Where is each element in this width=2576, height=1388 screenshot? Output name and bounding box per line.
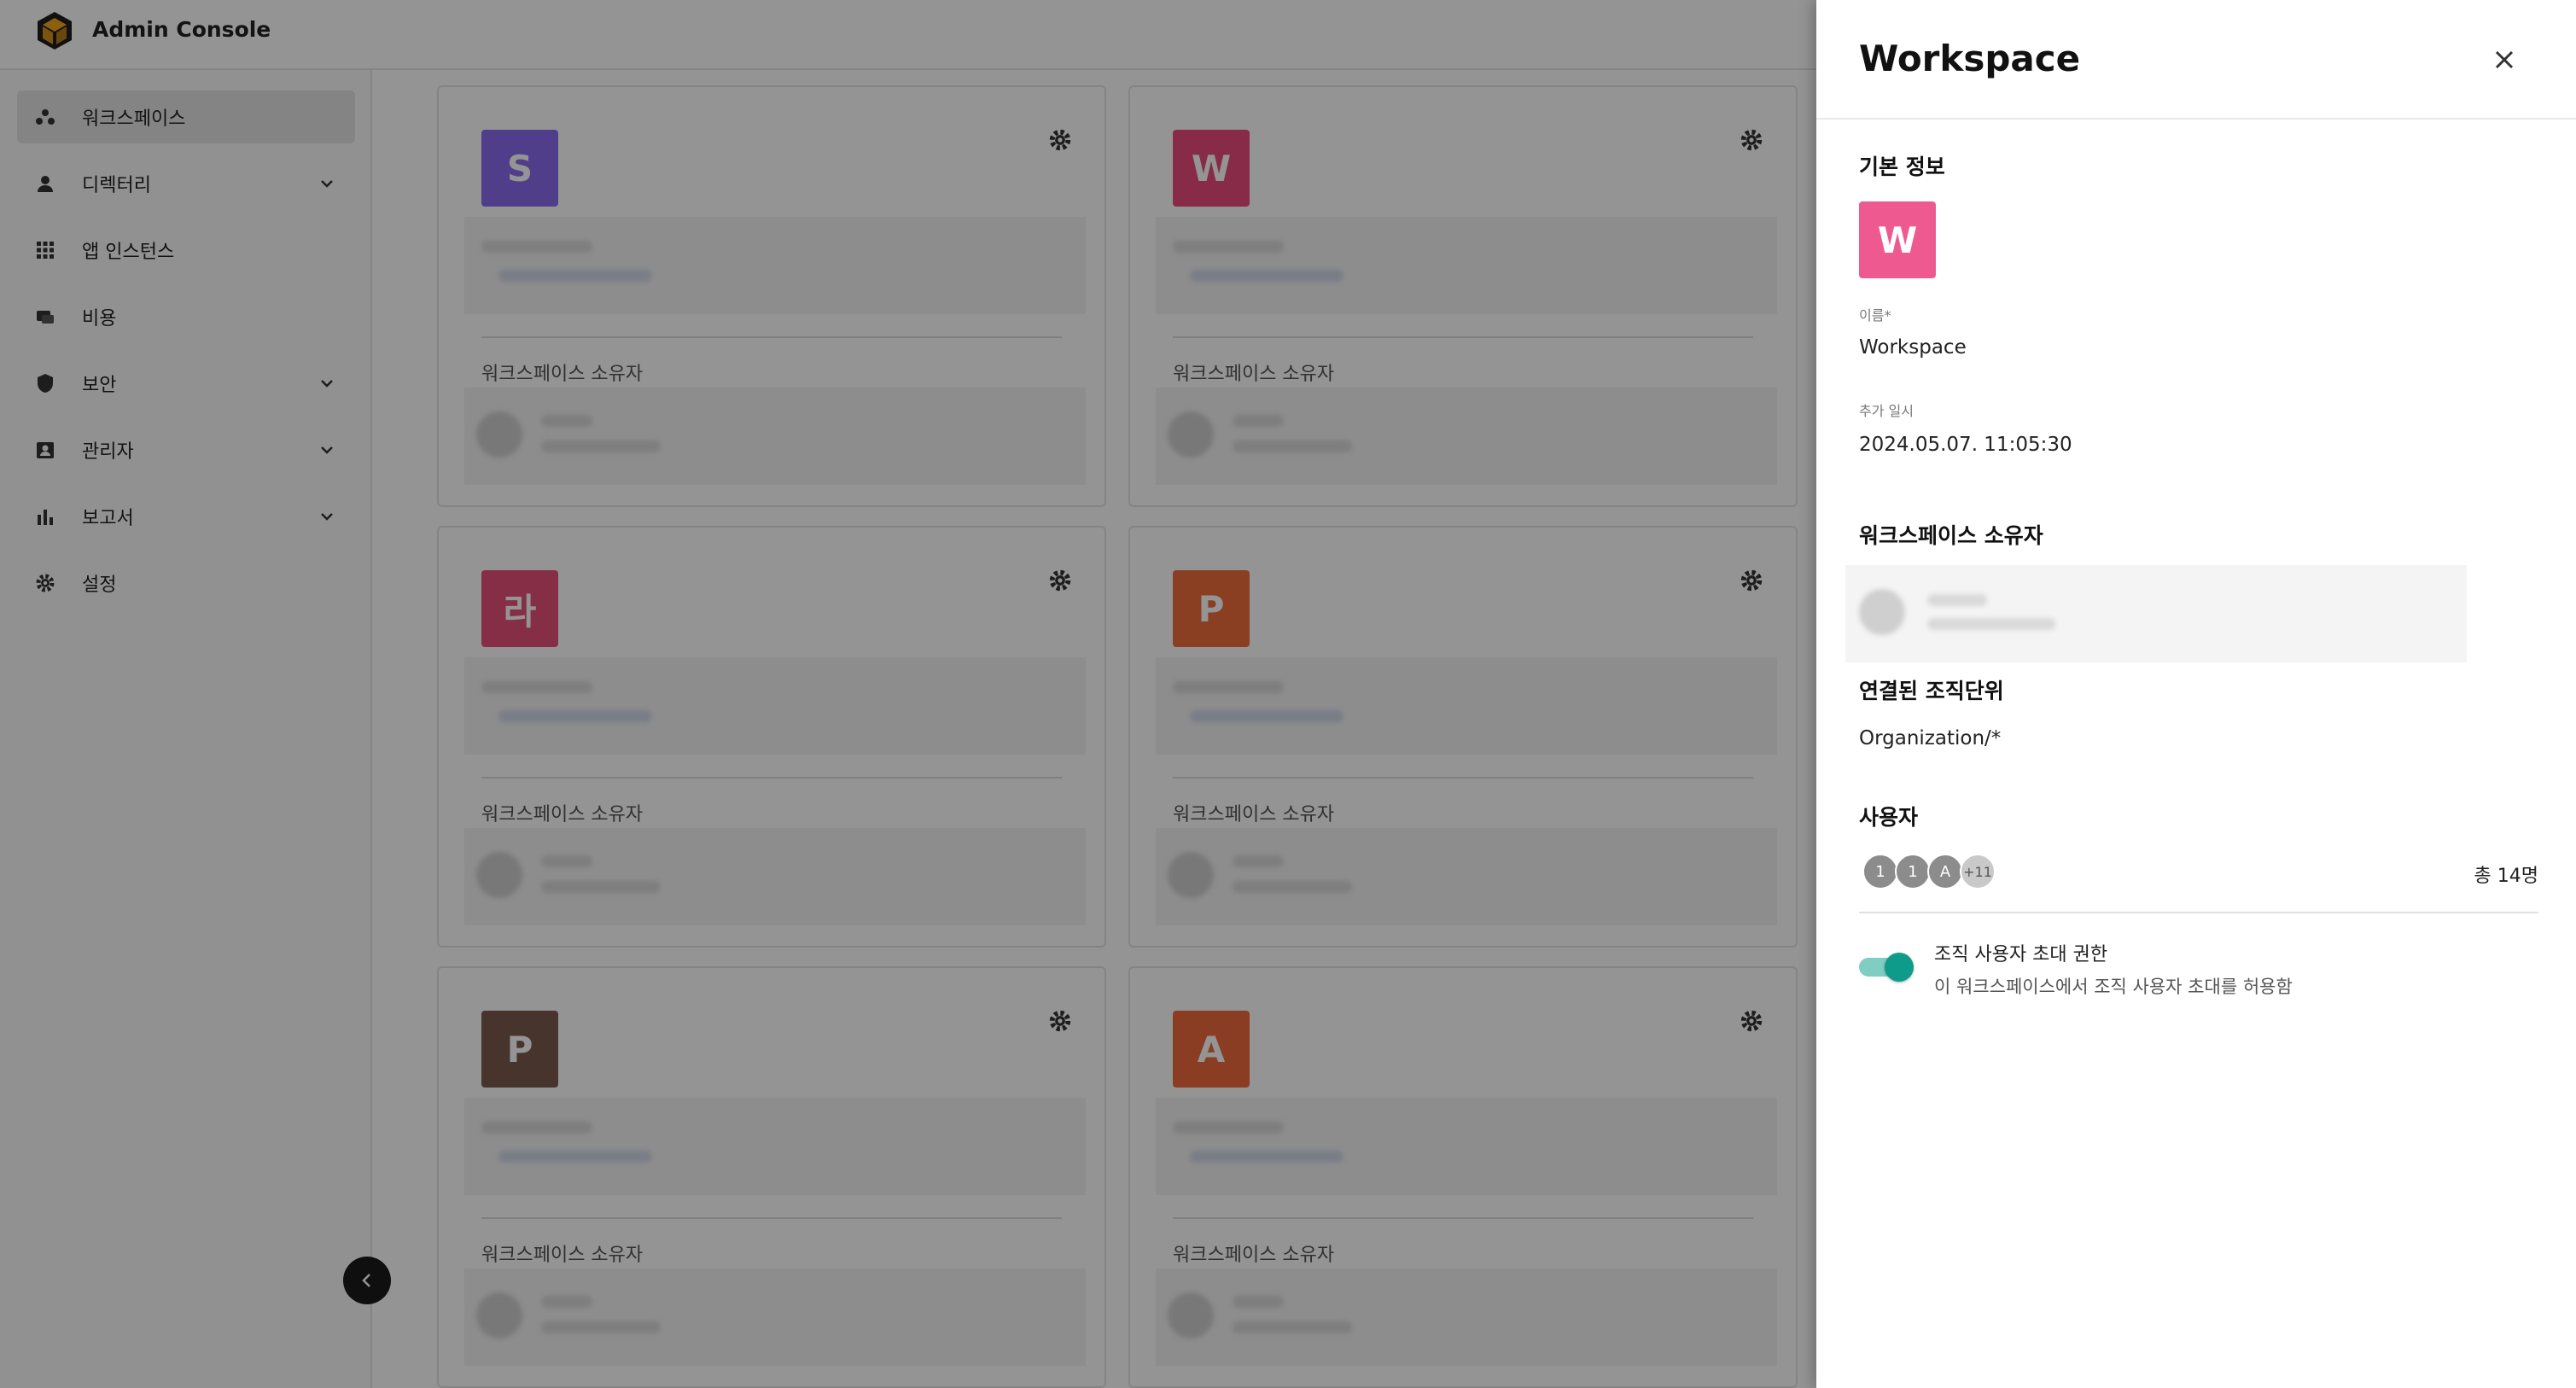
added-date-value: 2024.05.07. 11:05:30 (1859, 434, 2072, 456)
basic-info-title: 기본 정보 (1859, 155, 1945, 179)
divider (1859, 912, 2538, 913)
toggle-knob (1885, 953, 1914, 982)
users-title: 사용자 (1859, 805, 1919, 830)
owner-name-redacted (1927, 594, 1987, 606)
name-label: 이름* (1859, 307, 1891, 324)
user-avatar: A (1927, 854, 1963, 889)
required-mark: * (1884, 307, 1891, 324)
workspace-avatar: W (1859, 201, 1936, 278)
owner-email-redacted (1927, 618, 2055, 630)
owner-info-redacted (1845, 565, 2467, 662)
invite-permission-title: 조직 사용자 초대 권한 (1934, 944, 2108, 965)
owner-section-title: 워크스페이스 소유자 (1859, 523, 2043, 548)
user-avatar-stack[interactable]: 1 1 A +11 (1862, 854, 2033, 891)
user-avatar: 1 (1895, 854, 1931, 889)
added-date-label: 추가 일시 (1859, 403, 1914, 419)
users-total-count: 총 14명 (2474, 866, 2538, 887)
workspace-detail-drawer: Workspace 기본 정보 W 이름* Workspace 추가 일시 20… (1816, 0, 2576, 1388)
invite-permission-toggle[interactable] (1859, 953, 1914, 982)
user-avatar: 1 (1862, 854, 1898, 889)
drawer-title: Workspace (1859, 38, 2081, 79)
org-unit-title: 연결된 조직단위 (1859, 679, 2004, 703)
name-value: Workspace (1859, 336, 1967, 359)
close-icon[interactable] (2489, 44, 2520, 75)
modal-backdrop[interactable] (0, 0, 1816, 1388)
drawer-header: Workspace (1816, 0, 2576, 120)
owner-avatar (1859, 589, 1905, 635)
more-users-badge: +11 (1960, 854, 1996, 889)
org-unit-value: Organization/* (1859, 727, 2002, 749)
invite-permission-description: 이 워크스페이스에서 조직 사용자 초대를 허용함 (1934, 977, 2293, 997)
